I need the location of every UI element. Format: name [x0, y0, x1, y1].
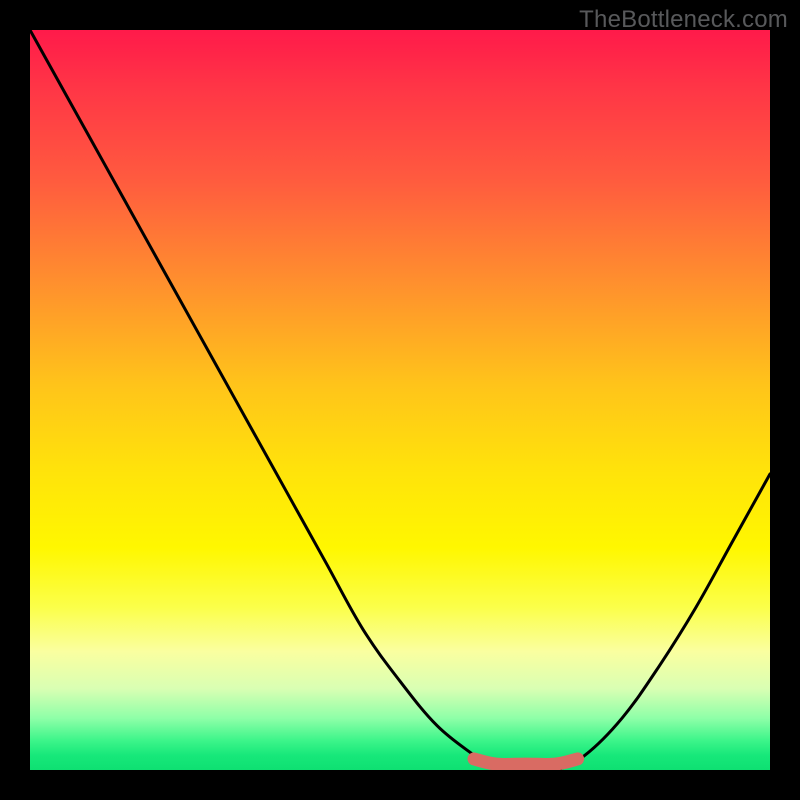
- optimal-segment-path: [474, 759, 578, 765]
- chart-frame: TheBottleneck.com: [0, 0, 800, 800]
- plot-area: [30, 30, 770, 770]
- bottleneck-curve-path: [30, 30, 770, 770]
- chart-svg: [30, 30, 770, 770]
